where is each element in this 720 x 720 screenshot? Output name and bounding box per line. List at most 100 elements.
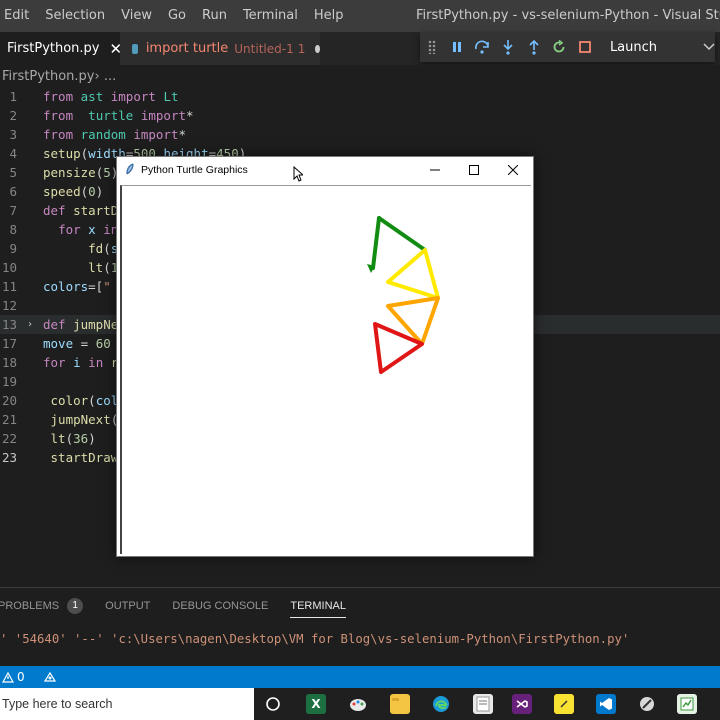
tab-label: import turtle bbox=[145, 41, 229, 56]
green-stroke bbox=[377, 216, 427, 252]
tab-terminal[interactable]: TERMINAL bbox=[290, 594, 346, 618]
unsaved-dot-icon[interactable] bbox=[315, 44, 320, 53]
tab-untitled[interactable]: import turtle Untitled-1 1 bbox=[120, 32, 320, 65]
yellow-triangle bbox=[386, 248, 440, 300]
orange-triangle bbox=[386, 296, 440, 346]
tab-debug-console[interactable]: DEBUG CONSOLE bbox=[172, 588, 268, 624]
tool-icon[interactable] bbox=[637, 694, 657, 714]
mouse-cursor-icon bbox=[293, 165, 305, 186]
line-number: 6 bbox=[9, 184, 17, 199]
code-text: pensize(5) bbox=[43, 165, 119, 180]
taskbar-search-input[interactable]: Type here to search bbox=[0, 688, 254, 720]
code-text: lt(1 bbox=[88, 260, 119, 275]
turtle-window-titlebar[interactable]: Python Turtle Graphics bbox=[117, 157, 533, 183]
drag-handle-icon[interactable] bbox=[428, 40, 436, 54]
terminal-output[interactable]: ' '54640' '--' 'c:\Users\nagen\Desktop\V… bbox=[0, 632, 629, 646]
close-icon[interactable] bbox=[494, 157, 532, 183]
bottom-panel: PROBLEMS 1 OUTPUT DEBUG CONSOLE TERMINAL… bbox=[0, 587, 720, 666]
stop-icon[interactable] bbox=[572, 34, 598, 60]
turtle-graphics-window[interactable]: Python Turtle Graphics bbox=[116, 156, 534, 557]
panel-tabs: PROBLEMS 1 OUTPUT DEBUG CONSOLE TERMINAL bbox=[0, 588, 368, 624]
launch-config-select[interactable]: Launch bbox=[610, 40, 657, 55]
window-title: FirstPython.py - vs-selenium-Python - Vi… bbox=[416, 8, 720, 23]
line-number: 2 bbox=[9, 108, 17, 123]
line-number: 7 bbox=[9, 203, 17, 218]
code-text: speed(0) bbox=[43, 184, 104, 199]
code-line[interactable]: 1 from ast import Lt bbox=[0, 87, 720, 106]
turtle-drawing bbox=[367, 216, 440, 374]
turtle-canvas[interactable] bbox=[120, 185, 531, 554]
edge-icon[interactable] bbox=[431, 694, 451, 714]
step-into-icon[interactable] bbox=[495, 34, 521, 60]
notepad-icon[interactable] bbox=[473, 694, 493, 714]
code-text: def jumpNe bbox=[43, 317, 119, 332]
line-number: 12 bbox=[1, 298, 17, 313]
minimize-icon[interactable] bbox=[416, 157, 454, 183]
windows-taskbar: Type here to search X bbox=[0, 688, 720, 720]
code-line[interactable]: 3 from random import* bbox=[0, 125, 720, 144]
warnings-status[interactable]: 0 bbox=[2, 670, 25, 684]
line-number: 20 bbox=[1, 393, 17, 408]
line-number: 23 bbox=[1, 450, 17, 465]
line-number: 17 bbox=[1, 336, 17, 351]
tab-sublabel: Untitled-1 bbox=[234, 41, 294, 56]
visual-studio-icon[interactable] bbox=[512, 694, 532, 714]
restart-icon[interactable] bbox=[547, 34, 573, 60]
menu-edit[interactable]: Edit bbox=[0, 0, 37, 32]
code-text: colors=[" bbox=[43, 279, 111, 294]
line-number: 3 bbox=[9, 127, 17, 142]
menu-terminal[interactable]: Terminal bbox=[235, 0, 306, 32]
live-share-icon[interactable] bbox=[43, 671, 57, 683]
line-number: 18 bbox=[1, 355, 17, 370]
code-text: color(col bbox=[50, 393, 119, 408]
menu-help[interactable]: Help bbox=[306, 0, 352, 32]
code-text: jumpNext( bbox=[50, 412, 119, 427]
breadcrumb: FirstPython.py › ... bbox=[0, 65, 720, 87]
tab-problems[interactable]: PROBLEMS 1 bbox=[0, 588, 84, 624]
line-number: 1 bbox=[9, 89, 17, 104]
line-number: 19 bbox=[1, 374, 17, 389]
line-number: 13 bbox=[1, 317, 17, 332]
menu-run[interactable]: Run bbox=[194, 0, 235, 32]
problems-badge: 1 bbox=[67, 598, 84, 614]
line-number: 10 bbox=[1, 260, 17, 275]
code-line[interactable]: 2 from turtle import* bbox=[0, 106, 720, 125]
line-number: 11 bbox=[1, 279, 17, 294]
task-view-icon[interactable] bbox=[263, 694, 283, 714]
tab-output[interactable]: OUTPUT bbox=[105, 588, 150, 624]
tab-firstpython[interactable]: FirstPython.py ✕ bbox=[0, 32, 122, 65]
chevron-down-icon[interactable] bbox=[703, 41, 715, 54]
line-number: 9 bbox=[9, 241, 17, 256]
pause-icon[interactable] bbox=[444, 34, 470, 60]
excel-icon[interactable]: X bbox=[306, 694, 326, 714]
vscode-icon[interactable] bbox=[596, 694, 616, 714]
code-text: for x in bbox=[58, 222, 119, 237]
line-number: 8 bbox=[9, 222, 17, 237]
feather-icon bbox=[125, 162, 135, 178]
paint-icon[interactable] bbox=[348, 694, 368, 714]
step-over-icon[interactable] bbox=[470, 34, 496, 60]
code-text: from ast import Lt bbox=[43, 89, 179, 104]
maximize-icon[interactable] bbox=[455, 157, 493, 183]
code-text: move = 60 bbox=[43, 336, 111, 351]
tab-label: FirstPython.py bbox=[7, 41, 100, 56]
python-launcher-icon[interactable] bbox=[677, 694, 697, 714]
menu-view[interactable]: View bbox=[113, 0, 160, 32]
fold-chevron-icon[interactable]: › bbox=[27, 315, 33, 334]
code-text: fd(s bbox=[88, 241, 119, 256]
menu-go[interactable]: Go bbox=[160, 0, 194, 32]
breadcrumb-more[interactable]: › ... bbox=[95, 69, 117, 84]
code-text: for i in r bbox=[43, 355, 119, 370]
turtle-window-title: Python Turtle Graphics bbox=[141, 164, 248, 176]
warning-icon bbox=[2, 671, 14, 683]
python-file-icon bbox=[132, 43, 138, 54]
file-explorer-icon[interactable] bbox=[390, 694, 410, 714]
menu-selection[interactable]: Selection bbox=[37, 0, 113, 32]
tab-problem-count: 1 bbox=[297, 41, 306, 56]
line-number: 21 bbox=[1, 412, 17, 427]
sticky-notes-icon[interactable] bbox=[554, 694, 574, 714]
debug-toolbar: Launch bbox=[420, 32, 715, 62]
line-number: 22 bbox=[1, 431, 17, 446]
breadcrumb-file[interactable]: FirstPython.py bbox=[2, 69, 95, 84]
step-out-icon[interactable] bbox=[521, 34, 547, 60]
